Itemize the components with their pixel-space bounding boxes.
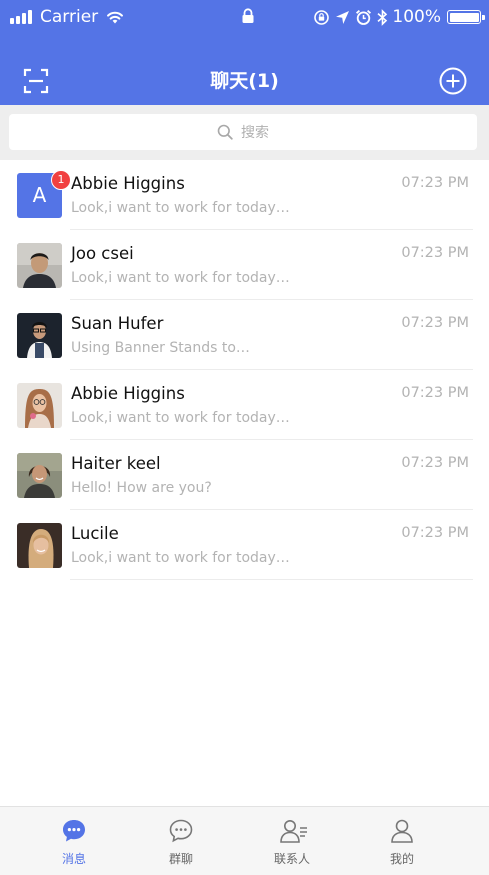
tab-label: 群聊 xyxy=(168,852,193,866)
conversation-item[interactable]: Joo csei Look,i want to work for today… … xyxy=(0,230,489,300)
tab-label: 我的 xyxy=(389,852,414,866)
tab-group-chat[interactable]: 群聊 xyxy=(125,807,237,875)
conversation-item[interactable]: Suan Hufer Using Banner Stands to… 07:23… xyxy=(0,300,489,370)
tab-contacts[interactable]: 联系人 xyxy=(236,807,348,875)
wifi-icon xyxy=(107,11,124,24)
conversation-item[interactable]: Abbie Higgins Look,i want to work for to… xyxy=(0,370,489,440)
conversation-name: Joo csei xyxy=(71,244,134,263)
battery-level xyxy=(449,12,479,22)
divider xyxy=(70,579,473,580)
conversation-preview: Using Banner Stands to… xyxy=(71,340,250,356)
conversation-name: Suan Hufer xyxy=(71,314,164,333)
unread-badge: 1 xyxy=(51,170,71,190)
conversation-preview: Hello! How are you? xyxy=(71,480,212,496)
page-title: 聊天(1) xyxy=(210,70,279,92)
conversation-name: Lucile xyxy=(71,524,119,543)
tab-label: 联系人 xyxy=(273,852,310,866)
conversation-preview: Look,i want to work for today… xyxy=(71,270,290,286)
app-header: Carrier 100% 聊天(1) xyxy=(0,0,489,105)
tab-profile[interactable]: 我的 xyxy=(346,807,458,875)
signal-icon xyxy=(10,10,34,24)
conversation-time: 07:23 PM xyxy=(401,455,469,471)
conversation-list: A 1 Abbie Higgins Look,i want to work fo… xyxy=(0,160,489,580)
conversation-name: Abbie Higgins xyxy=(71,174,185,193)
avatar xyxy=(17,243,62,288)
location-icon xyxy=(336,10,350,24)
tab-label: 消息 xyxy=(61,852,86,866)
conversation-time: 07:23 PM xyxy=(401,315,469,331)
conversation-time: 07:23 PM xyxy=(401,385,469,401)
conversation-name: Haiter keel xyxy=(71,454,161,473)
tab-bar: 消息 群聊 联系人 我的 xyxy=(0,806,489,875)
conversation-item[interactable]: Lucile Look,i want to work for today… 07… xyxy=(0,510,489,580)
conversation-time: 07:23 PM xyxy=(401,525,469,541)
search-icon xyxy=(217,124,233,140)
status-bar: Carrier 100% xyxy=(0,0,489,34)
conversation-name: Abbie Higgins xyxy=(71,384,185,403)
bluetooth-icon xyxy=(377,8,388,26)
avatar xyxy=(17,383,62,428)
add-circle-icon[interactable] xyxy=(439,67,467,95)
carrier-name: Carrier xyxy=(40,7,99,27)
nav-bar: 聊天(1) xyxy=(0,58,489,104)
group-chat-icon xyxy=(169,819,193,843)
conversation-item[interactable]: Haiter keel Hello! How are you? 07:23 PM xyxy=(0,440,489,510)
alarm-icon xyxy=(356,9,372,25)
battery-icon xyxy=(447,10,485,24)
avatar xyxy=(17,453,62,498)
avatar xyxy=(17,313,62,358)
lock-icon xyxy=(242,8,254,23)
conversation-preview: Look,i want to work for today… xyxy=(71,550,290,566)
profile-icon xyxy=(391,819,413,843)
rotation-lock-icon xyxy=(314,9,330,25)
search-input[interactable]: 搜索 xyxy=(9,114,477,150)
search-area: 搜索 xyxy=(0,105,489,160)
contacts-icon xyxy=(280,820,307,843)
conversation-time: 07:23 PM xyxy=(401,245,469,261)
conversation-item[interactable]: A 1 Abbie Higgins Look,i want to work fo… xyxy=(0,160,489,230)
tab-messages[interactable]: 消息 xyxy=(18,807,130,875)
battery-percentage: 100% xyxy=(392,7,441,27)
chat-bubble-icon xyxy=(63,820,85,842)
conversation-time: 07:23 PM xyxy=(401,175,469,191)
search-placeholder: 搜索 xyxy=(241,125,269,141)
avatar xyxy=(17,523,62,568)
conversation-preview: Look,i want to work for today… xyxy=(71,410,290,426)
conversation-preview: Look,i want to work for today… xyxy=(71,200,290,216)
